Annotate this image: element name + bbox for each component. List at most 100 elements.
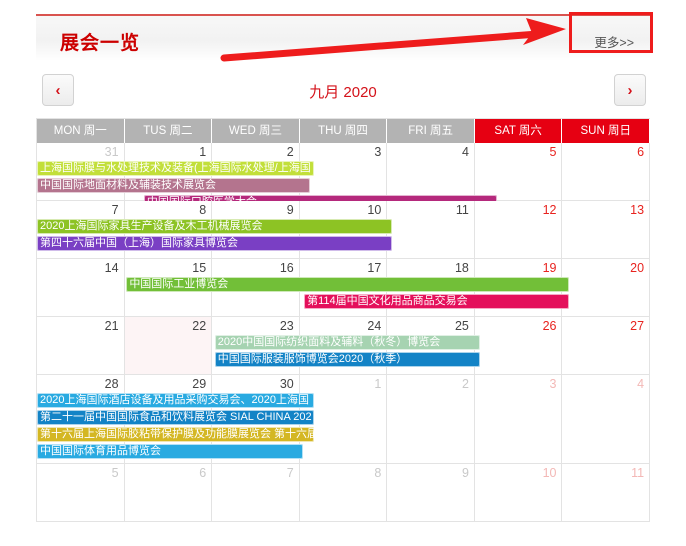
day-cell[interactable]: 7 <box>212 464 300 521</box>
day-number: 30 <box>279 377 294 391</box>
event-bar[interactable]: 中国国际工业博览会 <box>126 277 569 292</box>
day-number: 1 <box>199 145 207 159</box>
day-number: 26 <box>542 319 557 333</box>
calendar-week-row: 21 22 23 24 25 26 27 2020中国国际纺织面料及辅料（秋冬）博览会 中国国际… <box>37 317 651 375</box>
day-number: 3 <box>549 377 557 391</box>
event-bar[interactable]: 中国国际体育用品博览会 <box>37 444 304 459</box>
panel-header: 展会一览 更多>> <box>36 14 650 61</box>
more-link[interactable]: 更多>> <box>594 32 634 51</box>
day-number: 11 <box>631 466 645 480</box>
day-cell[interactable]: 20 <box>562 259 651 316</box>
day-number: 3 <box>374 145 382 159</box>
day-number: 5 <box>111 466 119 480</box>
weekday-header-1: TUS 周二 <box>124 119 213 143</box>
next-month-button[interactable]: › <box>614 74 646 106</box>
day-number: 21 <box>104 319 119 333</box>
day-number: 10 <box>367 203 382 217</box>
day-number: 9 <box>461 466 469 480</box>
day-cell[interactable]: 21 <box>37 317 125 374</box>
day-number: 20 <box>630 261 645 275</box>
day-cell[interactable]: 8 <box>299 464 388 521</box>
day-cell[interactable]: 13 <box>562 201 651 258</box>
day-number: 8 <box>199 203 207 217</box>
day-cell[interactable]: 5 <box>474 143 563 200</box>
weekday-header-6: SUN 周日 <box>562 119 651 143</box>
day-cell[interactable]: 10 <box>474 464 563 521</box>
month-navigation: ‹ 九月 2020 › <box>36 72 650 114</box>
calendar-grid: MON 周一 TUS 周二 WED 周三 THU 周四 FRI 周五 SAT 周六 SUN … <box>36 118 651 522</box>
weekday-header-4: FRI 周五 <box>387 119 475 143</box>
day-number: 6 <box>637 145 645 159</box>
calendar-week-row: 14 15 16 17 18 19 20 中国国际工业博览会第114届中国文化用品商品交易会 <box>37 259 651 317</box>
day-number: 4 <box>461 145 469 159</box>
day-number: 27 <box>630 319 645 333</box>
event-bar[interactable]: 上海国际膜与水处理技术及装备(上海国际水处理/上海国 <box>37 161 314 176</box>
weekday-header-3: THU 周四 <box>299 119 388 143</box>
day-number: 28 <box>104 377 119 391</box>
day-cell[interactable]: 2 <box>387 375 475 463</box>
day-number: 12 <box>542 203 557 217</box>
weekday-header-0: MON 周一 <box>37 119 125 143</box>
event-bar[interactable]: 第十六届上海国际胶粘带保护膜及功能膜展览会 第十六届 <box>37 427 314 442</box>
day-cell[interactable]: 4 <box>562 375 651 463</box>
day-cell[interactable]: 9 <box>387 464 475 521</box>
day-number: 6 <box>199 466 207 480</box>
day-cell[interactable]: 3 <box>474 375 563 463</box>
event-bar[interactable]: 第二十一届中国国际食品和饮料展览会 SIAL CHINA 202 <box>37 410 314 425</box>
calendar-week-row: 31 1 2 3 4 5 6 上海国际膜与水处理技术及装备(上海国际水处理/上海国 中国国际地面… <box>37 143 651 210</box>
chevron-right-icon: › <box>627 81 633 99</box>
day-cell[interactable]: 22 <box>124 317 213 374</box>
day-cell[interactable]: 11 <box>387 201 475 258</box>
weekday-header-row: MON 周一 TUS 周二 WED 周三 THU 周四 FRI 周五 SAT 周六 SUN … <box>37 119 651 143</box>
day-number: 22 <box>192 319 207 333</box>
day-number: 2 <box>461 377 469 391</box>
day-cell[interactable]: 12 <box>474 201 563 258</box>
event-bar[interactable]: 第四十六届中国（上海）国际家具博览会 <box>37 236 392 251</box>
day-cell[interactable]: 27 <box>562 317 651 374</box>
day-number: 2 <box>286 145 294 159</box>
event-bar[interactable]: 2020上海国际家具生产设备及木工机械展览会 <box>37 219 392 234</box>
day-number: 7 <box>111 203 119 217</box>
day-cell[interactable]: 26 <box>474 317 563 374</box>
day-number: 31 <box>104 145 119 159</box>
event-bar[interactable]: 中国国际服装服饰博览会2020（秋季） <box>214 352 481 367</box>
day-number: 7 <box>286 466 294 480</box>
day-number: 11 <box>455 203 469 217</box>
day-number: 24 <box>367 319 382 333</box>
day-number: 9 <box>286 203 294 217</box>
day-number: 16 <box>279 261 294 275</box>
day-number: 14 <box>104 261 119 275</box>
calendar-week-row: 28 29 30 1 2 3 4 2020上海国际酒店设备及用品采购交易会、2020上海国 第二… <box>37 375 651 464</box>
event-bar[interactable]: 2020中国国际纺织面料及辅料（秋冬）博览会 <box>214 335 481 350</box>
day-number: 29 <box>192 377 207 391</box>
weekday-header-5: SAT 周六 <box>474 119 563 143</box>
exhibition-calendar-page: 展会一览 更多>> ‹ 九月 2020 › MON 周一 TUS 周二 WED 周三… <box>0 0 686 546</box>
day-cell[interactable]: 5 <box>37 464 125 521</box>
day-number: 1 <box>374 377 382 391</box>
calendar-weeks: 31 1 2 3 4 5 6 上海国际膜与水处理技术及装备(上海国际水处理/上海国 中国国际地面… <box>37 143 651 522</box>
calendar-week-row: 5 6 7 8 9 10 11 <box>37 464 651 522</box>
page-title: 展会一览 <box>60 33 141 54</box>
day-number: 18 <box>454 261 469 275</box>
day-cell[interactable]: 14 <box>37 259 125 316</box>
day-cell[interactable]: 4 <box>387 143 475 200</box>
day-number: 17 <box>367 261 382 275</box>
day-cell[interactable]: 11 <box>562 464 651 521</box>
event-bar[interactable]: 中国国际地面材料及辅装技术展览会 <box>37 178 311 193</box>
day-number: 19 <box>542 261 557 275</box>
day-number: 4 <box>637 377 645 391</box>
day-number: 13 <box>630 203 645 217</box>
day-number: 5 <box>549 145 557 159</box>
day-number: 23 <box>279 319 294 333</box>
event-bar[interactable]: 第114届中国文化用品商品交易会 <box>304 294 569 309</box>
day-cell[interactable]: 6 <box>562 143 651 200</box>
day-number: 15 <box>192 261 207 275</box>
day-number: 8 <box>374 466 382 480</box>
event-bar[interactable]: 2020上海国际酒店设备及用品采购交易会、2020上海国 <box>37 393 314 408</box>
day-number: 25 <box>454 319 469 333</box>
current-month-label: 九月 2020 <box>309 84 377 101</box>
weekday-header-2: WED 周三 <box>212 119 300 143</box>
calendar-week-row: 7 8 9 10 11 12 13 2020上海国际家具生产设备及木工机械展览会 第四十六届中国… <box>37 201 651 259</box>
day-number: 10 <box>542 466 557 480</box>
day-cell[interactable]: 6 <box>124 464 213 521</box>
